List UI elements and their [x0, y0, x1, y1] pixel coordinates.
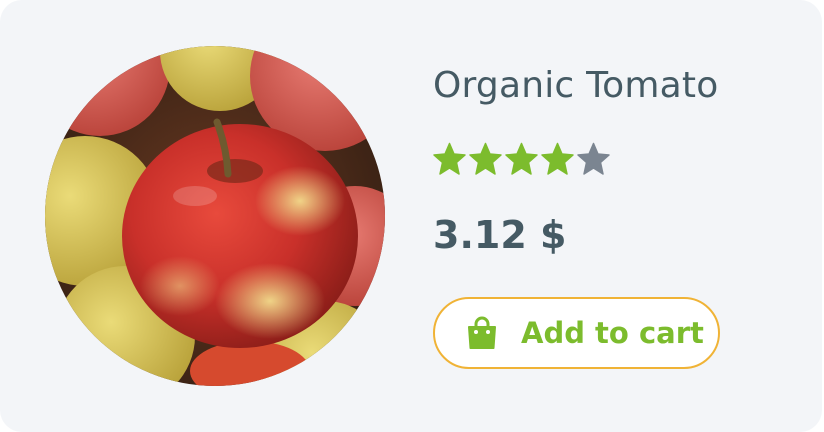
rating-stars — [433, 142, 610, 178]
star-filled-icon — [469, 142, 502, 175]
product-price: 3.12 $ — [433, 213, 567, 257]
product-title: Organic Tomato — [433, 65, 719, 106]
product-image — [45, 46, 385, 386]
star-filled-icon — [433, 142, 466, 175]
star-filled-icon — [505, 142, 538, 175]
star-empty-icon — [577, 142, 610, 175]
apple-photo — [45, 46, 385, 386]
product-card: Organic Tomato 3.12 $ Add to cart — [0, 0, 822, 432]
shopping-bag-icon — [468, 316, 496, 349]
add-to-cart-button[interactable]: Add to cart — [433, 297, 720, 369]
star-filled-icon — [541, 142, 574, 175]
add-to-cart-label: Add to cart — [521, 316, 704, 350]
